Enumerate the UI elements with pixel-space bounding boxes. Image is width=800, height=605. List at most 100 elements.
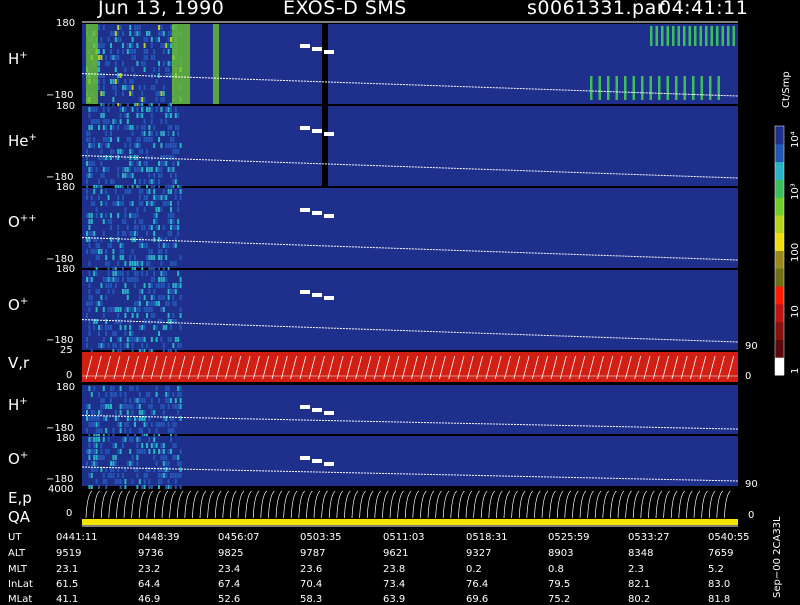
spectrogram-cell — [117, 261, 120, 266]
spectrogram-cell — [136, 386, 139, 391]
spectrogram-cell — [167, 319, 170, 324]
spectrogram-cell — [114, 91, 117, 96]
spectrogram-cell — [172, 295, 175, 300]
spectrogram-cell — [124, 261, 127, 266]
table-cell: 23.4 — [218, 564, 241, 575]
spectrogram-cell — [136, 449, 139, 454]
spectrogram-cell — [150, 113, 153, 118]
spectrogram-cell — [174, 143, 177, 148]
spectrogram-cell — [170, 167, 172, 172]
spectrogram-cell — [141, 261, 144, 266]
spectrogram-cell — [155, 392, 158, 397]
spectrogram-cell — [136, 461, 139, 466]
spectrogram-cell — [148, 125, 151, 130]
spectrogram-cell — [179, 255, 182, 260]
spectrogram-cell — [95, 422, 98, 427]
spectrogram-cell — [102, 313, 105, 318]
spectrogram-cell — [126, 173, 129, 178]
spectrogram-cell — [153, 449, 156, 454]
spectrogram-cell — [112, 443, 115, 448]
spectrogram-cell — [158, 61, 160, 66]
spectrogram-cell — [86, 416, 88, 421]
spectrogram-cell — [119, 73, 122, 78]
spectrogram-cell — [105, 404, 108, 409]
spectrogram-cell — [117, 225, 120, 230]
spectrogram-cell — [165, 249, 168, 254]
spectrogram-cell — [143, 137, 146, 142]
spectrogram-cell — [122, 31, 124, 36]
spectrogram-cell — [100, 55, 103, 60]
spectrogram-cell — [160, 31, 163, 36]
spectrogram-cell — [110, 277, 112, 282]
spectrogram-cell — [105, 449, 108, 454]
spectrogram-cell — [143, 243, 146, 248]
spectrogram-cell — [170, 125, 172, 130]
spectrogram-cell — [148, 31, 151, 36]
spectrogram-cell — [146, 255, 148, 260]
spectrogram-cell — [117, 213, 120, 218]
spectrogram-cell — [129, 398, 132, 403]
spectrogram-cell — [124, 113, 127, 118]
spectrogram-cell — [95, 443, 98, 448]
spectrogram-cell — [162, 467, 165, 472]
spectrogram-cell — [170, 189, 172, 194]
spectrogram-cell — [141, 410, 144, 415]
spectrogram-cell — [95, 455, 98, 460]
table-cell: 9327 — [466, 548, 492, 559]
spectrogram-cell — [148, 189, 151, 194]
emission-streak — [683, 76, 686, 100]
spectrogram-cell — [124, 343, 127, 348]
spectrogram-cell — [119, 428, 122, 433]
spectrogram-cell — [107, 37, 110, 42]
spectrogram-cell — [90, 119, 93, 124]
y-tick-top: 180 — [56, 18, 76, 29]
spectrogram-cell — [124, 325, 127, 330]
spectrogram-cell — [143, 85, 146, 90]
spectrogram-cell — [117, 73, 120, 78]
right-axis-tick: 90 — [745, 341, 758, 352]
spectrogram-cell — [105, 249, 108, 254]
spectrogram-cell — [90, 301, 93, 306]
spectrogram-cell — [179, 195, 182, 200]
spectrogram-cell — [150, 255, 153, 260]
spectrogram-cell — [124, 283, 127, 288]
spectrogram-cell — [90, 249, 93, 254]
spectrogram-cell — [170, 319, 172, 324]
spectrogram-cell — [177, 283, 180, 288]
spectrogram-cell — [102, 473, 105, 478]
spectrogram-cell — [153, 219, 156, 224]
spectrogram-cell — [162, 189, 165, 194]
spectrogram-cell — [136, 113, 139, 118]
spectrogram-cell — [98, 49, 100, 54]
spectrogram-cell — [119, 386, 122, 391]
spectrogram-cell — [162, 91, 165, 96]
spectrogram-cell — [146, 231, 148, 236]
spectrogram-cell — [117, 37, 120, 42]
spectrogram-cell — [155, 131, 158, 136]
spectrogram-cell — [107, 289, 110, 294]
spectrogram-cell — [129, 43, 132, 48]
colorbar-segment — [775, 126, 784, 145]
spectrogram-cell — [95, 167, 98, 172]
y-tick-bottom: 0 — [66, 370, 73, 381]
spectrogram-cell — [117, 155, 120, 160]
spectrogram-cell — [167, 231, 170, 236]
spectrogram-cell — [95, 428, 98, 433]
spectrogram-cell — [153, 125, 156, 130]
spectrogram-cell — [138, 410, 141, 415]
spectrogram-cell — [179, 325, 182, 330]
spectrogram-cell — [100, 43, 103, 48]
panel-label-qa: QA — [8, 508, 31, 526]
spectrogram-cell — [117, 31, 120, 36]
data-gap — [322, 24, 328, 104]
spectrogram-cell — [90, 219, 93, 224]
emission-streak — [624, 76, 627, 100]
spectrogram-cell — [90, 161, 93, 166]
spectrogram-cell — [146, 37, 148, 42]
spectrogram-plot — [81, 21, 785, 527]
emission-streak — [717, 76, 720, 100]
spectrogram-cell — [160, 43, 163, 48]
emission-band — [86, 24, 98, 104]
spectrogram-cell — [174, 479, 177, 484]
spectrogram-cell — [148, 261, 151, 266]
